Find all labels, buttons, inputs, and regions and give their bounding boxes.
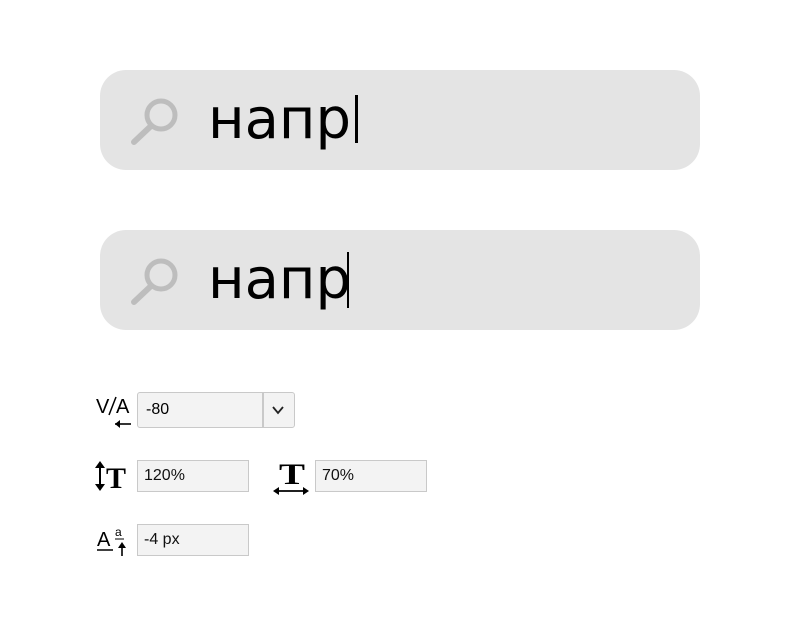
line-height-icon: T <box>95 461 126 494</box>
tracking-value: -80 <box>146 401 170 418</box>
text-caret <box>355 94 359 143</box>
chevron-down-icon[interactable] <box>269 401 287 419</box>
horizontal-scale-value: 70% <box>322 467 355 484</box>
search-input-text[interactable]: напр <box>208 230 351 330</box>
text-caret <box>347 251 350 308</box>
divider <box>262 393 264 427</box>
line-height-field[interactable]: 120% <box>137 460 249 492</box>
tracking-select[interactable]: -80 <box>137 392 295 428</box>
svg-text:T: T <box>106 462 126 494</box>
horizontal-scale-icon: T <box>273 460 309 495</box>
search-field-caret-after[interactable]: напр <box>100 70 700 170</box>
search-input-text[interactable]: напр <box>208 70 359 170</box>
svg-text:A: A <box>97 529 111 551</box>
horizontal-scale-field[interactable]: 70% <box>315 460 427 492</box>
svg-text:V: V <box>96 396 110 418</box>
svg-text:a: a <box>115 525 122 539</box>
baseline-shift-value: -4 px <box>144 531 180 548</box>
search-icon <box>131 258 178 305</box>
baseline-shift-field[interactable]: -4 px <box>137 524 249 556</box>
baseline-shift-icon: A a <box>97 525 126 556</box>
tracking-icon: V A <box>96 396 131 428</box>
line-height-value: 120% <box>144 467 185 484</box>
svg-text:T: T <box>279 460 305 491</box>
svg-text:A: A <box>116 396 130 418</box>
search-field-caret-overlap[interactable]: напр <box>100 230 700 330</box>
search-icon <box>131 98 178 145</box>
